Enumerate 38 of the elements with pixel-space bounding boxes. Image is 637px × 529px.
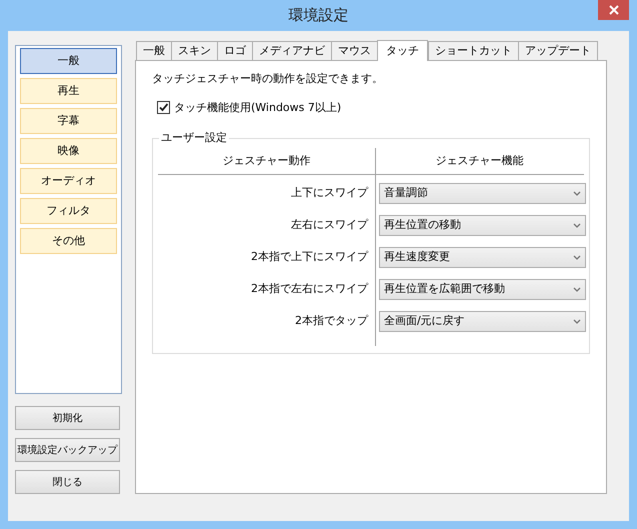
action-button[interactable]: 環境設定バックアップ bbox=[15, 438, 120, 462]
function-dropdown[interactable]: 再生位置の移動 bbox=[379, 214, 586, 236]
check-icon bbox=[158, 102, 169, 114]
column-header: ジェスチャー機能 bbox=[434, 153, 524, 169]
category-item[interactable]: 一般 bbox=[20, 48, 117, 74]
category-item[interactable]: 再生 bbox=[20, 78, 117, 104]
checkbox[interactable] bbox=[157, 101, 170, 114]
gesture-label: 左右にスワイプ bbox=[290, 216, 368, 233]
description-text: タッチジェスチャー時の動作を設定できます。 bbox=[152, 71, 384, 87]
chevron-down-icon bbox=[573, 190, 581, 196]
category-item[interactable]: オーディオ bbox=[20, 168, 117, 194]
category-item[interactable]: フィルタ bbox=[20, 198, 117, 224]
close-icon bbox=[608, 5, 618, 15]
checkbox-label: タッチ機能使用(Windows 7以上) bbox=[174, 100, 342, 116]
function-dropdown[interactable]: 再生位置を広範囲で移動 bbox=[379, 278, 586, 300]
close-button[interactable] bbox=[598, 0, 629, 20]
column-header: ジェスチャー動作 bbox=[222, 153, 312, 169]
gesture-label: 2本指で上下にスワイプ bbox=[250, 248, 368, 265]
function-dropdown[interactable]: 音量調節 bbox=[379, 182, 586, 204]
chevron-down-icon bbox=[573, 286, 581, 292]
gesture-label: 上下にスワイプ bbox=[290, 184, 368, 201]
tab[interactable]: ショートカット bbox=[428, 41, 519, 60]
category-item[interactable]: 字幕 bbox=[20, 108, 117, 134]
gesture-label: 2本指でタップ bbox=[294, 312, 368, 329]
chevron-down-icon bbox=[573, 254, 581, 260]
tab[interactable]: タッチ bbox=[377, 40, 428, 61]
category-item[interactable]: 映像 bbox=[20, 138, 117, 164]
tab[interactable]: 一般 bbox=[136, 41, 172, 60]
function-dropdown[interactable]: 再生速度変更 bbox=[379, 246, 586, 268]
category-item[interactable]: その他 bbox=[20, 228, 117, 254]
tab[interactable]: アップデート bbox=[518, 41, 598, 60]
function-dropdown[interactable]: 全画面/元に戻す bbox=[379, 310, 586, 332]
action-button[interactable]: 閉じる bbox=[15, 470, 120, 494]
gesture-label: 2本指で左右にスワイプ bbox=[250, 280, 368, 297]
window-title: 環境設定 bbox=[288, 5, 348, 26]
action-button[interactable]: 初期化 bbox=[15, 406, 120, 430]
chevron-down-icon bbox=[573, 318, 581, 324]
chevron-down-icon bbox=[573, 222, 581, 228]
